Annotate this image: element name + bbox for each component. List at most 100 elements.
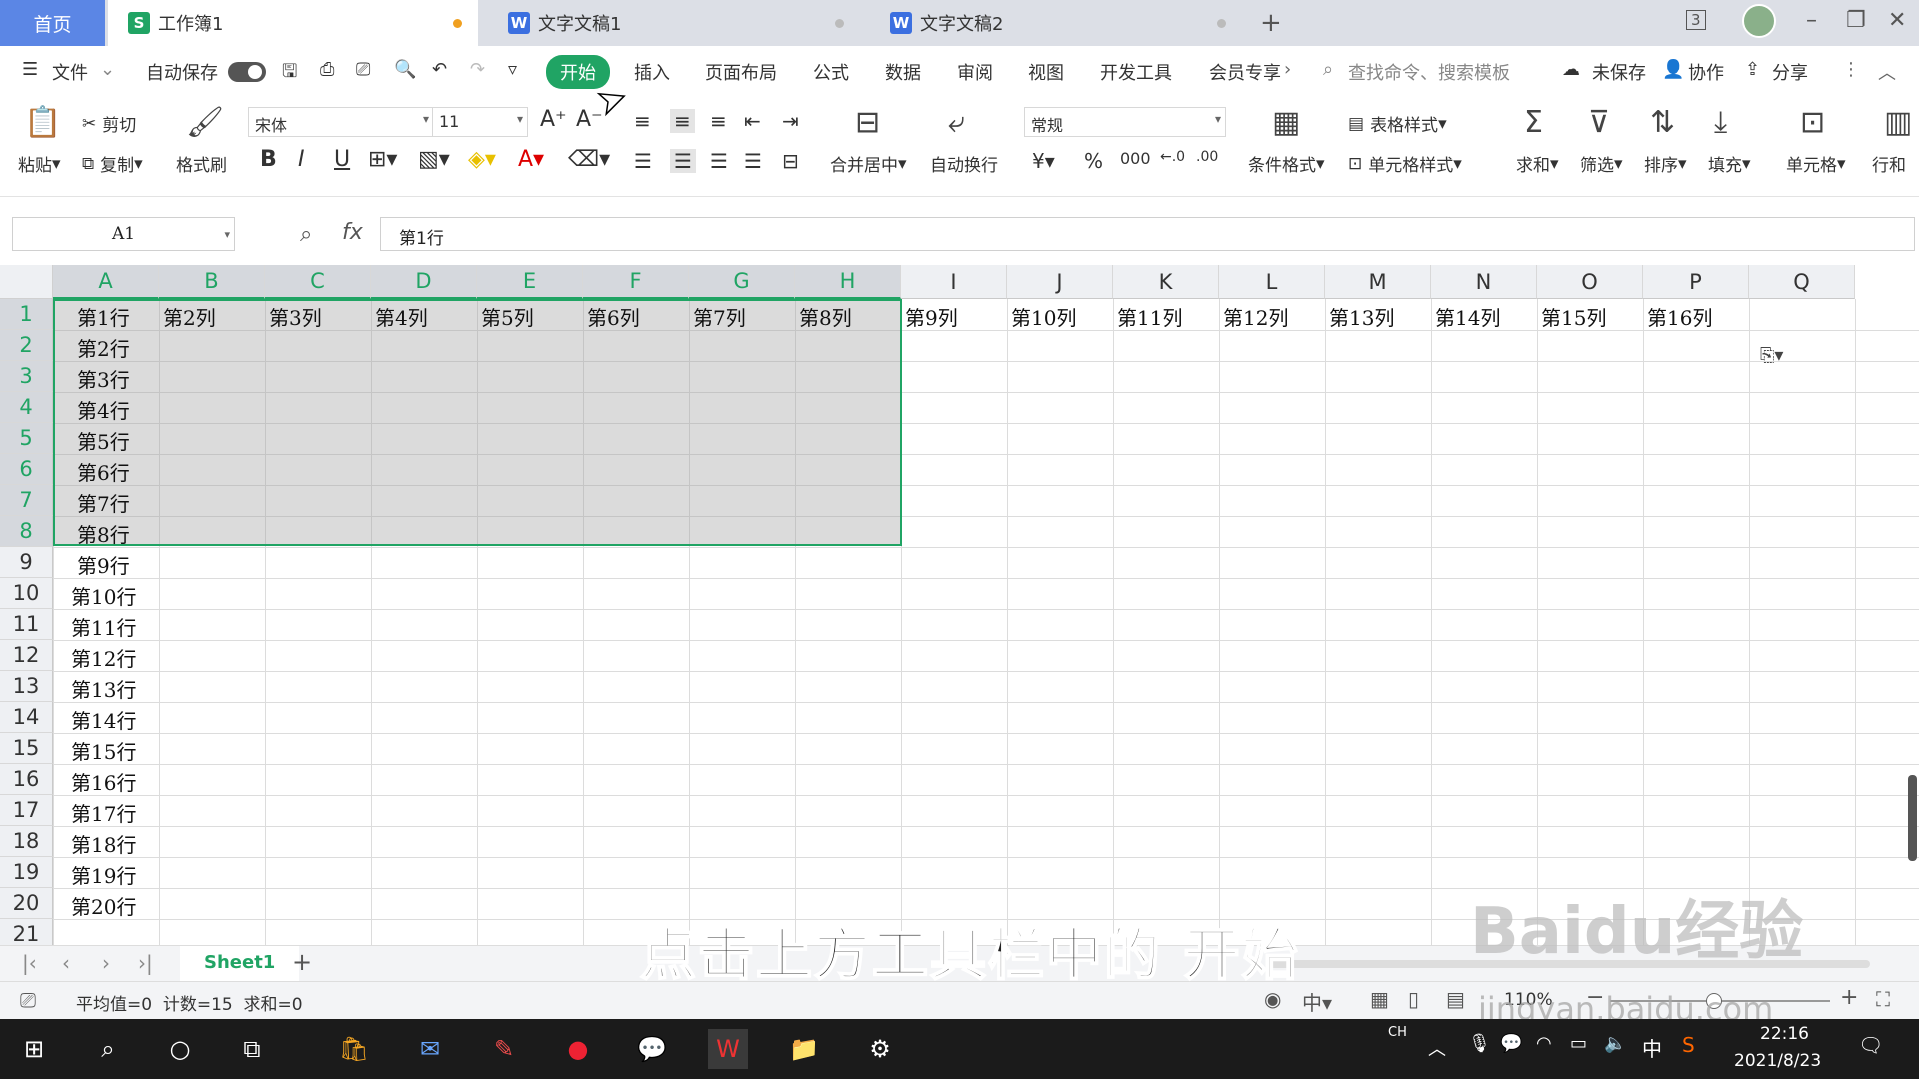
input-lang[interactable]: CH — [1388, 1025, 1407, 1040]
window-count-icon[interactable]: 3 — [1686, 10, 1706, 30]
row-header[interactable]: 21 — [0, 919, 53, 945]
paste-button[interactable]: 粘贴 ▾ — [18, 151, 61, 177]
column-header[interactable]: D — [371, 265, 477, 299]
column-header[interactable]: L — [1219, 265, 1325, 299]
grow-font-icon[interactable]: A⁺ — [540, 107, 567, 132]
column-header[interactable]: O — [1537, 265, 1643, 299]
row-header[interactable]: 18 — [0, 826, 53, 857]
row-header[interactable]: 10 — [0, 578, 53, 609]
save-icon[interactable]: 🖫 — [282, 59, 297, 89]
row-header[interactable]: 17 — [0, 795, 53, 826]
number-format-select[interactable]: 常规 — [1024, 107, 1226, 137]
column-header[interactable]: F — [583, 265, 689, 299]
cell[interactable]: 第20行 — [71, 891, 136, 920]
justify-icon[interactable]: ☰ — [744, 149, 762, 173]
tab-developer[interactable]: 开发工具 — [1100, 59, 1172, 85]
tab-data[interactable]: 数据 — [885, 59, 921, 85]
autosave-toggle[interactable] — [228, 62, 266, 82]
column-header[interactable]: H — [795, 265, 901, 299]
align-left-icon[interactable]: ☰ — [634, 149, 652, 173]
cell[interactable]: 第10列 — [1011, 302, 1076, 331]
sort-button[interactable]: 排序 ▾ — [1644, 151, 1687, 177]
wrap-text-button[interactable]: 自动换行 — [930, 151, 998, 176]
row-header[interactable]: 20 — [0, 888, 53, 919]
add-sheet-button[interactable]: + — [292, 948, 312, 976]
conditional-format-button[interactable]: 条件格式 ▾ — [1248, 151, 1325, 177]
column-header[interactable]: E — [477, 265, 583, 299]
page-view-icon[interactable]: ▯ — [1408, 987, 1419, 1011]
cell[interactable]: 第6列 — [587, 302, 640, 331]
settings-icon[interactable]: ⚙ — [860, 1029, 900, 1069]
row-header[interactable]: 6 — [0, 454, 53, 485]
cell[interactable]: 第2行 — [77, 333, 130, 362]
cell[interactable]: 第17行 — [71, 798, 136, 827]
macro-icon[interactable]: ⎚ — [20, 988, 36, 1012]
cortana-icon[interactable]: ○ — [160, 1029, 200, 1069]
wps-icon[interactable]: W — [708, 1029, 748, 1069]
cut-button[interactable]: ✂ 剪切 — [82, 111, 136, 137]
next-sheet-icon[interactable]: › — [102, 951, 110, 975]
percent-button[interactable]: % — [1084, 149, 1103, 173]
tab-document2[interactable]: W 文字文稿2 — [872, 0, 1242, 46]
cell-button[interactable]: 单元格 ▾ — [1786, 151, 1846, 177]
select-all-corner[interactable] — [0, 265, 53, 299]
distribute-icon[interactable]: ⊟ — [782, 149, 799, 173]
cell[interactable]: 第16列 — [1647, 302, 1712, 331]
cell-style-button[interactable]: ⊡ 单元格样式 ▾ — [1348, 151, 1462, 177]
fill-color-icon[interactable]: ◈▾ — [468, 147, 496, 172]
row-header[interactable]: 2 — [0, 330, 53, 361]
app-icon[interactable]: ✉ — [410, 1029, 450, 1069]
sum-button[interactable]: 求和 ▾ — [1516, 151, 1559, 177]
share-button[interactable]: 分享 — [1772, 59, 1808, 85]
row-header[interactable]: 7 — [0, 485, 53, 516]
cell[interactable]: 第3列 — [269, 302, 322, 331]
cell[interactable]: 第7行 — [77, 488, 130, 517]
row-header[interactable]: 13 — [0, 671, 53, 702]
column-header[interactable]: B — [159, 265, 265, 299]
file-menu[interactable]: 文件 — [52, 59, 88, 85]
ime-status-icon[interactable]: 中▾ — [1302, 987, 1332, 1016]
filter-button[interactable]: 筛选 ▾ — [1580, 151, 1623, 177]
cell[interactable]: 第9行 — [77, 550, 130, 579]
copy-button[interactable]: ⧉ 复制 ▾ — [82, 151, 143, 177]
fullscreen-icon[interactable]: ⛶ — [1876, 987, 1890, 1011]
tab-document1[interactable]: W 文字文稿1 — [490, 0, 860, 46]
align-center-icon[interactable]: ☰ — [670, 149, 696, 173]
row-header[interactable]: 9 — [0, 547, 53, 578]
cell[interactable]: 第11列 — [1117, 302, 1182, 331]
increase-decimal-icon[interactable]: ←.0 — [1160, 149, 1185, 165]
chevron-down-icon[interactable]: ⌄ — [100, 59, 115, 80]
file-explorer-icon[interactable]: 📁 — [784, 1029, 824, 1069]
column-header[interactable]: J — [1007, 265, 1113, 299]
align-top-icon[interactable]: ≡ — [634, 109, 651, 133]
first-sheet-icon[interactable]: |‹ — [22, 951, 37, 975]
show-hidden-icon[interactable]: ︿ — [1428, 1035, 1446, 1061]
row-header[interactable]: 4 — [0, 392, 53, 423]
cell[interactable]: 第10行 — [71, 581, 136, 610]
cell[interactable]: 第16行 — [71, 767, 136, 796]
cell[interactable]: 第1行 — [77, 302, 130, 331]
collapse-ribbon-icon[interactable]: ︿ — [1878, 59, 1896, 85]
tab-workbook1[interactable]: S 工作簿1 — [108, 0, 478, 46]
font-name-select[interactable]: 宋体 — [248, 107, 434, 137]
new-tab-button[interactable]: + — [1260, 8, 1282, 38]
currency-icon[interactable]: ¥▾ — [1032, 149, 1055, 173]
zoom-formula-icon[interactable]: ⌕ — [300, 222, 312, 247]
normal-view-icon[interactable]: ▦ — [1370, 987, 1389, 1011]
row-header[interactable]: 5 — [0, 423, 53, 454]
cell[interactable]: 第7列 — [693, 302, 746, 331]
paste-options-icon[interactable]: ⎘▾ — [1760, 345, 1783, 366]
thousands-button[interactable]: 000 — [1120, 149, 1151, 168]
clock-date[interactable]: 2021/8/23 — [1734, 1051, 1821, 1071]
windows-start-icon[interactable]: ⊞ — [14, 1029, 54, 1069]
align-middle-icon[interactable]: ≡ — [670, 109, 695, 133]
column-header[interactable]: P — [1643, 265, 1749, 299]
formula-input[interactable]: 第1行 — [380, 217, 1915, 251]
selection-range[interactable] — [53, 299, 902, 546]
last-sheet-icon[interactable]: ›| — [138, 951, 153, 975]
close-icon[interactable]: ✕ — [1888, 8, 1906, 33]
name-box[interactable]: A1 ▾ — [12, 217, 235, 251]
align-bottom-icon[interactable]: ≡ — [710, 109, 727, 133]
cell[interactable]: 第15列 — [1541, 302, 1606, 331]
decrease-decimal-icon[interactable]: .00 — [1196, 149, 1218, 165]
